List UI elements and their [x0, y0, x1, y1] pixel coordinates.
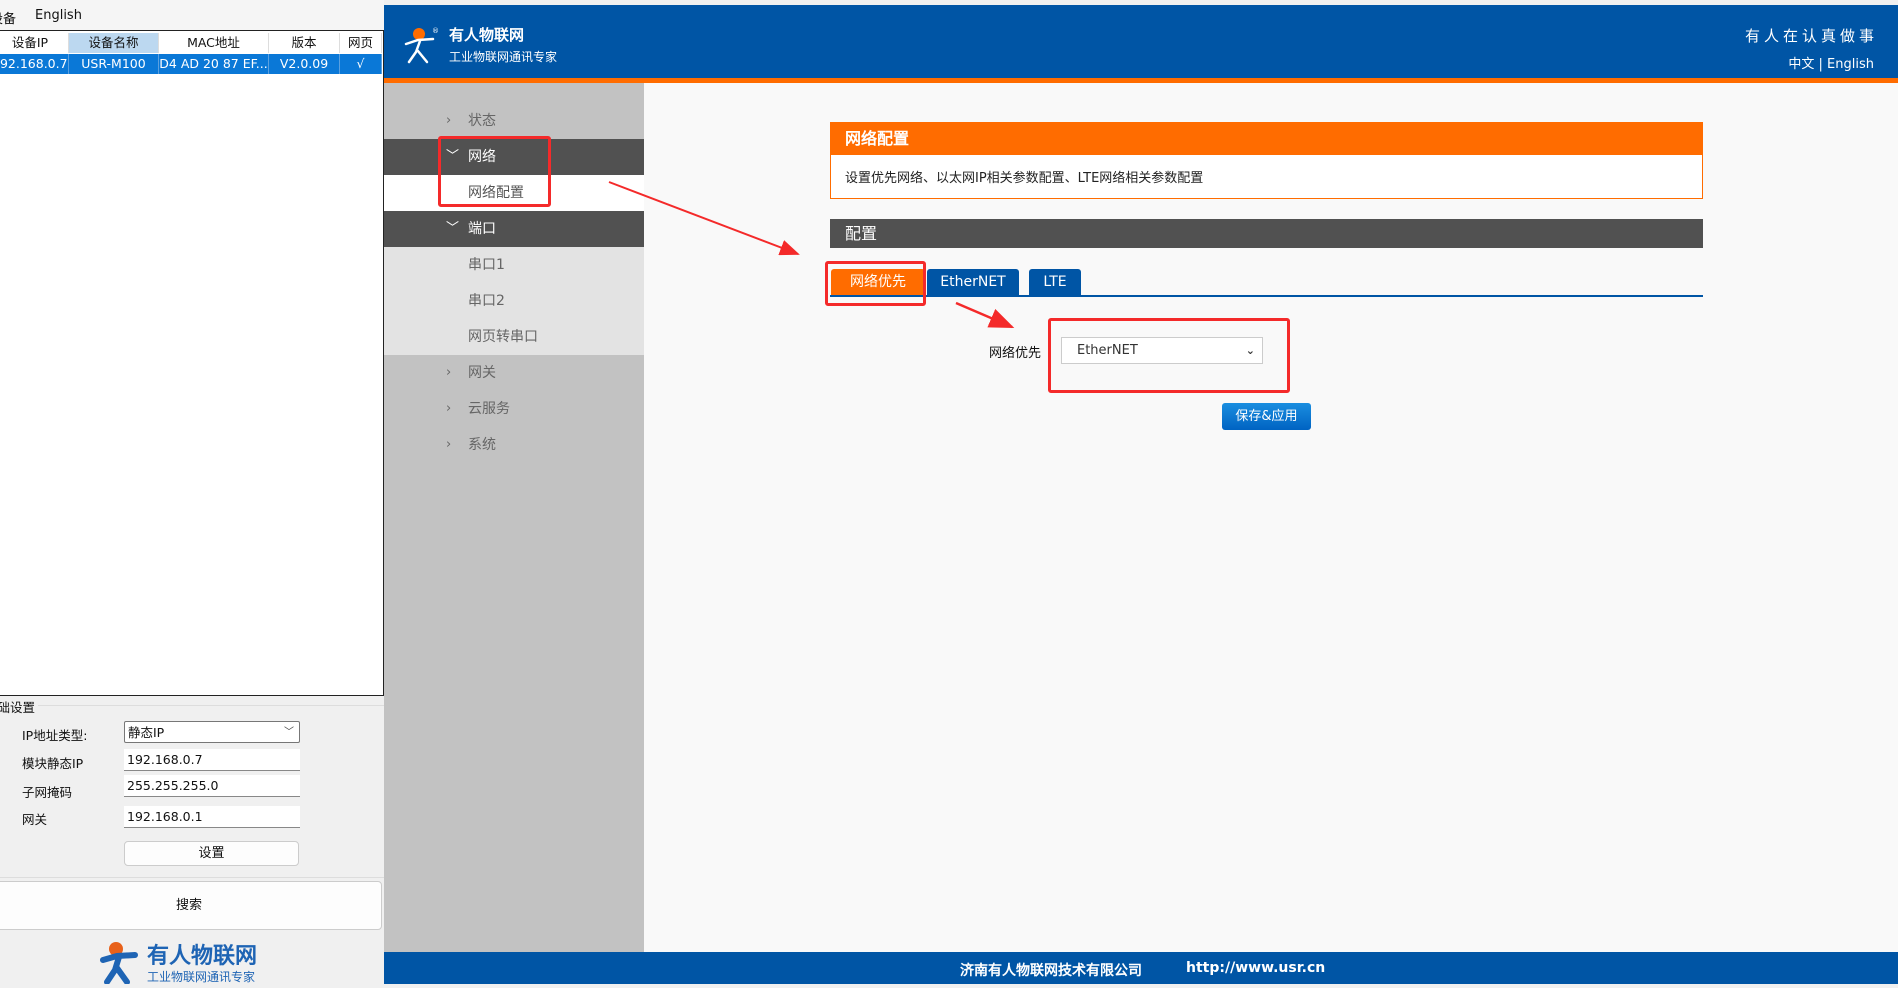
menu-bar: 设备 English — [0, 0, 384, 30]
sidebar-item-label: 云服务 — [468, 401, 510, 417]
cell-version: V2.0.09 — [269, 54, 340, 74]
info-panel: 网络配置 设置优先网络、以太网IP相关参数配置、LTE网络相关参数配置 — [830, 122, 1703, 199]
config-title: 配置 — [830, 219, 1703, 248]
chevron-right-icon: › — [446, 113, 452, 128]
cell-web[interactable]: √ — [340, 54, 382, 74]
tab-ethernet[interactable]: EtherNET — [927, 269, 1019, 295]
tab-lte[interactable]: LTE — [1029, 269, 1081, 295]
cell-name: USR-M100 — [69, 54, 159, 74]
sidebar-item-label: 串口1 — [468, 257, 505, 273]
sidebar-item-9[interactable]: › 系统 — [384, 427, 644, 463]
col-web[interactable]: 网页 — [340, 33, 382, 53]
chevron-down-icon: ﹀ — [446, 221, 460, 236]
tab-underline — [830, 295, 1703, 297]
static-ip-input[interactable]: 192.168.0.7 — [124, 749, 300, 771]
footer-company: 济南有人物联网技术有限公司 — [960, 963, 1142, 979]
sidebar-item-4[interactable]: 串口1 — [384, 247, 644, 283]
usr-logo: 有人物联网 工业物联网通讯专家 — [99, 938, 269, 985]
priority-label: 网络优先 — [989, 346, 1042, 361]
device-table: 设备IP 设备名称 MAC地址 版本 网页 192.168.0.7 USR-M1… — [0, 30, 384, 696]
chevron-right-icon: › — [446, 401, 452, 416]
static-ip-label: 模块静态IP — [22, 756, 84, 771]
sidebar-item-label: 网关 — [468, 365, 496, 381]
svg-text:®: ® — [432, 27, 439, 35]
col-device-ip[interactable]: 设备IP — [0, 33, 69, 53]
menu-device[interactable]: 设备 — [0, 8, 16, 27]
footer-url[interactable]: http://www.usr.cn — [1186, 960, 1325, 976]
sidebar-item-label: 状态 — [468, 113, 496, 129]
sidebar-item-3[interactable]: ﹀ 端口 — [384, 211, 644, 247]
sidebar-item-6[interactable]: 网页转串口 — [384, 319, 644, 355]
search-button[interactable]: 搜索 — [0, 881, 382, 930]
group-divider — [38, 705, 384, 706]
motto: 有人在认真做事 — [1744, 27, 1878, 45]
ip-type-value: 静态IP — [128, 725, 165, 740]
col-version[interactable]: 版本 — [269, 33, 340, 53]
language-switch: 中文 | English — [1788, 53, 1874, 72]
info-desc: 设置优先网络、以太网IP相关参数配置、LTE网络相关参数配置 — [845, 171, 1204, 186]
sidebar: › 状态 ﹀ 网络 网络配置 ﹀ 端口 串口1 串口2 网页转串口 › 网关 › 云服务 › 系统 — [384, 83, 644, 952]
ip-type-select[interactable]: 静态IP ﹀ — [124, 721, 300, 743]
divider — [0, 877, 384, 878]
ip-type-label: IP地址类型: — [22, 728, 88, 743]
lang-separator: | — [1818, 57, 1823, 72]
gateway-label: 网关 — [22, 812, 48, 827]
lang-cn-link[interactable]: 中文 — [1788, 57, 1814, 72]
usr-mascot-icon — [100, 942, 138, 985]
lang-en-link[interactable]: English — [1827, 57, 1874, 72]
info-title: 网络配置 — [831, 123, 1702, 155]
sidebar-item-label: 系统 — [468, 437, 496, 453]
annotation-box-select — [1048, 318, 1290, 393]
sidebar-item-label: 网页转串口 — [468, 329, 538, 345]
chevron-right-icon: › — [446, 437, 452, 452]
cell-mac: D4 AD 20 87 EF... — [159, 54, 269, 74]
annotation-box-tab — [825, 261, 926, 306]
mask-label: 子网掩码 — [22, 785, 73, 800]
menu-english[interactable]: English — [35, 8, 82, 23]
sidebar-item-0[interactable]: › 状态 — [384, 103, 644, 139]
sidebar-item-label: 端口 — [468, 221, 496, 237]
gateway-input[interactable]: 192.168.0.1 — [124, 806, 300, 828]
content-area — [644, 83, 1898, 952]
sidebar-item-label: 串口2 — [468, 293, 505, 309]
sidebar-item-7[interactable]: › 网关 — [384, 355, 644, 391]
mask-input[interactable]: 255.255.255.0 — [124, 775, 300, 797]
device-tool-panel: 设备 English 设备IP 设备名称 MAC地址 版本 网页 192.168… — [0, 0, 384, 985]
col-device-name[interactable]: 设备名称 — [69, 33, 159, 53]
save-apply-button[interactable]: 保存&应用 — [1222, 403, 1311, 430]
basic-settings-title: 基础设置 — [0, 697, 39, 716]
usr-mascot-icon: ® — [404, 27, 439, 64]
sidebar-item-8[interactable]: › 云服务 — [384, 391, 644, 427]
col-mac[interactable]: MAC地址 — [159, 33, 269, 53]
web-header: ® 有人物联网 工业物联网通讯专家 有人在认真做事 中文 | English — [384, 5, 1898, 78]
annotation-box-sidebar — [438, 136, 551, 207]
chevron-right-icon: › — [446, 365, 452, 380]
footer: 济南有人物联网技术有限公司 http://www.usr.cn — [384, 952, 1898, 984]
chevron-down-icon: ﹀ — [284, 727, 294, 738]
cell-ip: 192.168.0.7 — [0, 54, 69, 74]
sidebar-item-5[interactable]: 串口2 — [384, 283, 644, 319]
brand-name: 有人物联网 — [449, 26, 525, 44]
brand-subtitle: 工业物联网通讯专家 — [449, 50, 558, 64]
set-button[interactable]: 设置 — [124, 841, 299, 866]
